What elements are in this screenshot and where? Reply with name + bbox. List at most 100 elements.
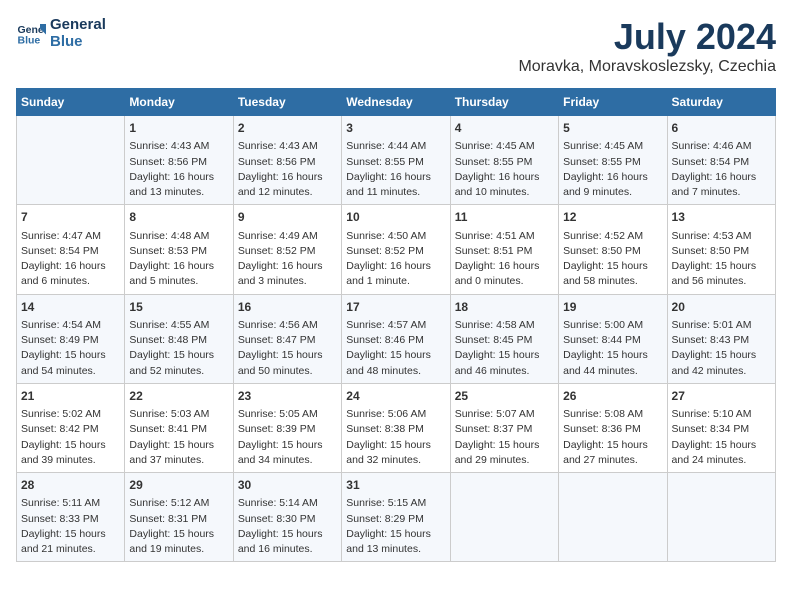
day-number: 28 <box>21 477 120 494</box>
cell-text: and 54 minutes. <box>21 364 120 379</box>
calendar-body: 1Sunrise: 4:43 AMSunset: 8:56 PMDaylight… <box>17 116 776 562</box>
header-cell-monday: Monday <box>125 89 233 116</box>
day-number: 11 <box>455 209 554 226</box>
cell-text: Sunrise: 4:53 AM <box>672 229 771 244</box>
cell-text: and 0 minutes. <box>455 274 554 289</box>
cell-text: Sunrise: 4:45 AM <box>455 139 554 154</box>
cell-text: Sunset: 8:50 PM <box>672 244 771 259</box>
cell-text: and 46 minutes. <box>455 364 554 379</box>
cell-text: Sunrise: 5:00 AM <box>563 318 662 333</box>
day-number: 17 <box>346 299 445 316</box>
cell-text: Sunset: 8:55 PM <box>346 155 445 170</box>
header-cell-saturday: Saturday <box>667 89 775 116</box>
cell-text: Sunset: 8:39 PM <box>238 422 337 437</box>
day-number: 2 <box>238 120 337 137</box>
day-number: 8 <box>129 209 228 226</box>
cell-text: Sunrise: 4:50 AM <box>346 229 445 244</box>
cell-text: Sunset: 8:41 PM <box>129 422 228 437</box>
cell-text: Sunset: 8:49 PM <box>21 333 120 348</box>
header-cell-tuesday: Tuesday <box>233 89 341 116</box>
calendar-cell <box>17 116 125 205</box>
cell-text: Sunset: 8:37 PM <box>455 422 554 437</box>
location-title: Moravka, Moravskoslezsky, Czechia <box>518 58 776 76</box>
cell-text: Sunrise: 4:43 AM <box>238 139 337 154</box>
calendar-cell: 13 Sunrise: 4:53 AMSunset: 8:50 PMDayligh… <box>667 205 775 294</box>
day-number: 9 <box>238 209 337 226</box>
cell-text: Daylight: 16 hours <box>346 170 445 185</box>
cell-text: and 34 minutes. <box>238 453 337 468</box>
cell-text: Daylight: 15 hours <box>129 527 228 542</box>
calendar-week-5: 28Sunrise: 5:11 AMSunset: 8:33 PMDayligh… <box>17 473 776 562</box>
cell-text: Sunset: 8:45 PM <box>455 333 554 348</box>
cell-text: Daylight: 16 hours <box>455 259 554 274</box>
cell-text: Daylight: 15 hours <box>129 438 228 453</box>
cell-text: Daylight: 16 hours <box>129 259 228 274</box>
cell-text: Sunrise: 5:05 AM <box>238 407 337 422</box>
header-cell-sunday: Sunday <box>17 89 125 116</box>
calendar-cell <box>559 473 667 562</box>
cell-text: Daylight: 15 hours <box>238 348 337 363</box>
cell-text: Sunset: 8:29 PM <box>346 512 445 527</box>
cell-text: Sunrise: 4:57 AM <box>346 318 445 333</box>
day-number: 13 <box>672 209 771 226</box>
cell-text: Sunrise: 5:11 AM <box>21 496 120 511</box>
cell-text: Sunset: 8:55 PM <box>563 155 662 170</box>
calendar-cell: 20Sunrise: 5:01 AMSunset: 8:43 PMDayligh… <box>667 294 775 383</box>
day-number: 5 <box>563 120 662 137</box>
cell-text: Daylight: 16 hours <box>346 259 445 274</box>
calendar-cell: 11Sunrise: 4:51 AMSunset: 8:51 PMDayligh… <box>450 205 558 294</box>
calendar-cell <box>450 473 558 562</box>
cell-text: Sunrise: 4:44 AM <box>346 139 445 154</box>
cell-text: Sunrise: 4:43 AM <box>129 139 228 154</box>
cell-text: Daylight: 15 hours <box>21 527 120 542</box>
cell-text: Daylight: 15 hours <box>21 348 120 363</box>
cell-text: and 6 minutes. <box>21 274 120 289</box>
cell-text: and 21 minutes. <box>21 542 120 557</box>
day-number: 31 <box>346 477 445 494</box>
calendar-cell: 25Sunrise: 5:07 AMSunset: 8:37 PMDayligh… <box>450 383 558 472</box>
svg-text:Blue: Blue <box>18 35 41 47</box>
logo-line1: General <box>50 16 106 33</box>
cell-text: Sunrise: 4:47 AM <box>21 229 120 244</box>
cell-text: Daylight: 15 hours <box>21 438 120 453</box>
cell-text: Daylight: 15 hours <box>672 348 771 363</box>
day-number: 14 <box>21 299 120 316</box>
calendar-cell: 12Sunrise: 4:52 AMSunset: 8:50 PMDayligh… <box>559 205 667 294</box>
cell-text: and 27 minutes. <box>563 453 662 468</box>
cell-text: and 24 minutes. <box>672 453 771 468</box>
cell-text: Sunset: 8:56 PM <box>129 155 228 170</box>
cell-text: Sunrise: 5:03 AM <box>129 407 228 422</box>
cell-text: Sunset: 8:44 PM <box>563 333 662 348</box>
cell-text: Daylight: 15 hours <box>129 348 228 363</box>
cell-text: and 5 minutes. <box>129 274 228 289</box>
calendar-cell: 22Sunrise: 5:03 AMSunset: 8:41 PMDayligh… <box>125 383 233 472</box>
cell-text: Daylight: 15 hours <box>455 348 554 363</box>
calendar-header: SundayMondayTuesdayWednesdayThursdayFrid… <box>17 89 776 116</box>
cell-text: Sunset: 8:33 PM <box>21 512 120 527</box>
calendar-cell: 10Sunrise: 4:50 AMSunset: 8:52 PMDayligh… <box>342 205 450 294</box>
day-number: 16 <box>238 299 337 316</box>
cell-text: Daylight: 16 hours <box>455 170 554 185</box>
cell-text: Daylight: 16 hours <box>672 170 771 185</box>
cell-text: Daylight: 15 hours <box>563 259 662 274</box>
cell-text: Daylight: 15 hours <box>672 259 771 274</box>
calendar-cell: 14Sunrise: 4:54 AMSunset: 8:49 PMDayligh… <box>17 294 125 383</box>
cell-text: Daylight: 15 hours <box>563 348 662 363</box>
calendar-cell: 2Sunrise: 4:43 AMSunset: 8:56 PMDaylight… <box>233 116 341 205</box>
cell-text: and 19 minutes. <box>129 542 228 557</box>
calendar-cell: 16Sunrise: 4:56 AMSunset: 8:47 PMDayligh… <box>233 294 341 383</box>
cell-text: Sunset: 8:31 PM <box>129 512 228 527</box>
calendar-cell: 3Sunrise: 4:44 AMSunset: 8:55 PMDaylight… <box>342 116 450 205</box>
cell-text: Sunset: 8:51 PM <box>455 244 554 259</box>
cell-text: Sunrise: 4:52 AM <box>563 229 662 244</box>
cell-text: and 52 minutes. <box>129 364 228 379</box>
cell-text: and 50 minutes. <box>238 364 337 379</box>
cell-text: Sunset: 8:36 PM <box>563 422 662 437</box>
day-number: 25 <box>455 388 554 405</box>
title-block: July 2024 Moravka, Moravskoslezsky, Czec… <box>518 16 776 76</box>
cell-text: Sunrise: 4:55 AM <box>129 318 228 333</box>
cell-text: Daylight: 15 hours <box>346 438 445 453</box>
cell-text: Sunset: 8:48 PM <box>129 333 228 348</box>
calendar-cell: 7Sunrise: 4:47 AMSunset: 8:54 PMDaylight… <box>17 205 125 294</box>
cell-text: Daylight: 15 hours <box>672 438 771 453</box>
